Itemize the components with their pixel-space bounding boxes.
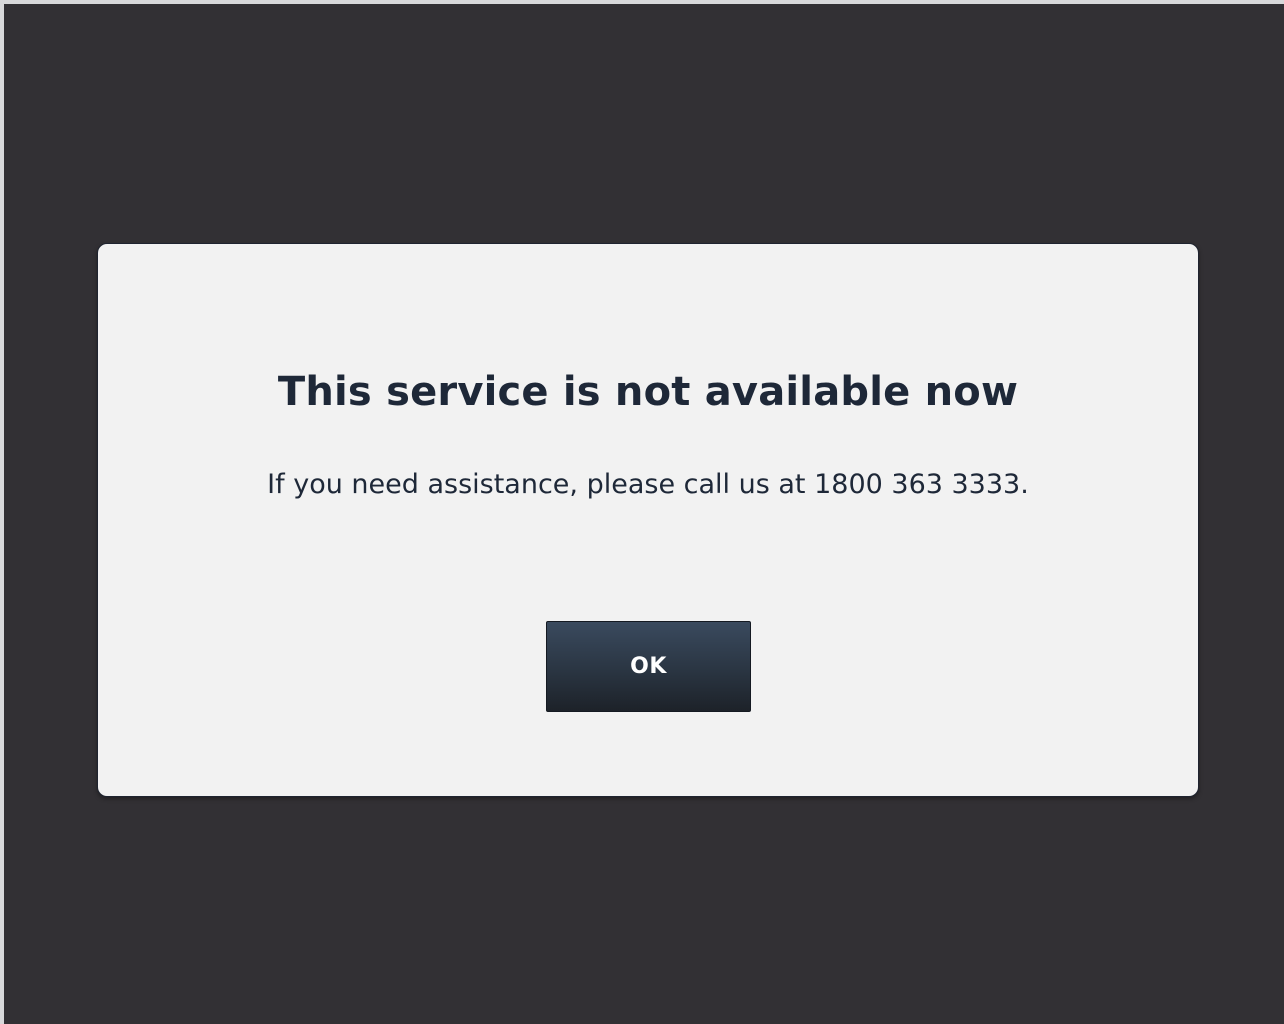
modal-overlay: This service is not available now If you… [4, 4, 1284, 1024]
ok-button[interactable]: OK [546, 621, 751, 712]
dialog-message: If you need assistance, please call us a… [267, 469, 1029, 500]
dialog-title: This service is not available now [277, 369, 1019, 415]
service-unavailable-dialog: This service is not available now If you… [97, 243, 1199, 797]
